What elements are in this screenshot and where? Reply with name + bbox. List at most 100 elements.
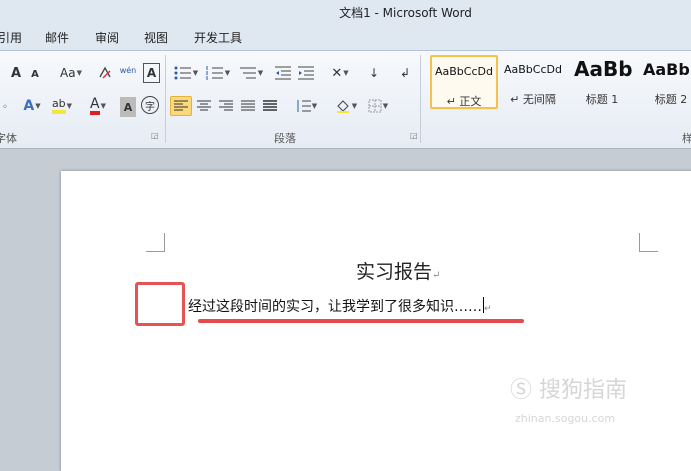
numbering-button[interactable]: ▼ [204,63,232,83]
corner-mark-left [146,233,165,252]
align-center-button[interactable] [194,96,214,116]
document-body-line[interactable]: 经过这段时间的实习，让我学到了很多知识…… ↵ [188,296,492,316]
sort-icon: ↓ [368,66,380,80]
align-center-icon [197,100,211,111]
bullets-button[interactable]: ▼ [172,63,200,83]
annotation-underline [198,319,524,323]
watermark-logo: Ⓢ 搜狗指南 [510,378,628,403]
strikethrough-button[interactable]: ◦ [0,97,10,117]
character-shading-icon: A [123,100,133,114]
change-case-button[interactable]: Aa ▼ [58,63,84,83]
font-size-box[interactable] [0,59,8,79]
styles-gallery: AaBbCcDd ↵ 正文 AaBbCcDd ↵ 无间隔 AaBb 标题 1 A… [425,55,691,115]
multilevel-list-button[interactable]: ▼ [237,63,265,83]
watermark-text: 搜狗指南 [539,378,628,403]
increase-indent-button[interactable] [296,63,316,83]
body-text: 经过这段时间的实习，让我学到了很多知识…… [188,299,482,315]
justify-button[interactable] [238,96,258,116]
multilevel-list-icon [239,67,256,79]
paragraph-dialog-launcher[interactable]: ◲ [410,131,418,140]
line-spacing-icon [297,100,311,112]
grow-font-icon: A [10,65,22,81]
show-marks-button[interactable]: ↲ [398,63,412,83]
character-border-icon: A [146,66,157,80]
borders-icon [368,99,382,113]
enclose-characters-button[interactable]: 字 [141,96,159,114]
heading-text: 实习报告 [356,261,433,283]
ribbon-tabs: 引用 邮件 审阅 视图 开发工具 [0,24,691,51]
style-name: ↵ 无间隔 [510,93,556,106]
distribute-button[interactable] [260,96,280,116]
style-name: 标题 2 [654,93,688,106]
borders-button[interactable]: ▼ [364,96,392,116]
group-label-paragraph: 段落 [274,132,296,145]
numbering-icon [206,66,223,80]
tab-view[interactable]: 视图 [144,29,168,46]
change-case-icon: Aa [60,66,76,80]
shrink-font-icon: A [31,68,39,80]
document-area[interactable]: 实习报告↵ 经过这段时间的实习，让我学到了很多知识…… ↵ Ⓢ 搜狗指南 zhin… [0,149,691,471]
highlight-button[interactable]: ab ▼ [48,96,76,116]
font-color-icon: A [90,97,100,115]
bullets-icon [174,66,191,80]
clear-format-button[interactable] [96,63,114,83]
tab-references[interactable]: 引用 [0,29,22,46]
style-no-spacing[interactable]: AaBbCcDd ↵ 无间隔 [499,55,567,109]
style-normal[interactable]: AaBbCcDd ↵ 正文 [430,55,498,109]
chinese-layout-button[interactable]: ✕ ▼ [326,63,354,83]
increase-indent-icon [298,66,314,80]
style-sample: AaBbCcDd [504,63,562,76]
annotation-box [135,282,185,326]
title-bar: 文档1 - Microsoft Word [0,0,691,24]
character-border-button[interactable]: A [143,63,160,83]
shading-button[interactable]: ▼ [332,96,360,116]
chinese-layout-icon: ✕ [331,65,343,81]
paint-bucket-icon [336,100,349,113]
character-shading-button[interactable]: A [120,97,136,117]
highlight-icon: ab [51,98,66,114]
phonetic-guide-icon: wén [119,65,137,75]
font-dialog-launcher[interactable]: ◲ [151,131,159,140]
paragraph-mark-icon: ↲ [399,66,411,80]
font-color-button[interactable]: A ▼ [84,96,112,116]
group-label-font: 字体 [0,132,17,145]
line-spacing-button[interactable]: ▼ [292,96,320,116]
style-sample: AaBb [643,60,690,79]
decrease-indent-button[interactable] [273,63,293,83]
clear-format-icon [99,66,111,79]
document-page[interactable]: 实习报告↵ 经过这段时间的实习，让我学到了很多知识…… ↵ [61,171,691,471]
justify-icon [241,100,255,111]
sort-button[interactable]: ↓ [364,63,384,83]
grow-font-button[interactable]: A [8,63,24,83]
window-title: 文档1 - Microsoft Word [339,6,472,20]
tab-mailings[interactable]: 邮件 [45,29,69,46]
style-sample: AaBb [574,57,633,81]
paragraph-mark-icon: ↵ [484,304,492,314]
align-left-button[interactable] [170,96,192,116]
distribute-icon [263,100,277,111]
style-heading-2[interactable]: AaBb 标题 2 [637,55,691,109]
text-effects-button[interactable]: A ▼ [20,96,44,116]
style-name: ↵ 正文 [446,95,482,108]
corner-mark-right [639,233,658,252]
text-effects-icon: A [23,98,35,114]
enclose-characters-icon: 字 [145,101,155,113]
ribbon: A A Aa ▼ wén A ◦ A ▼ ab ▼ A ▼ A 字 字体 ◲ ▼ ▼ ▼… [0,51,691,149]
align-left-icon [174,100,188,111]
phonetic-guide-button[interactable]: wén [118,60,138,80]
style-name: 标题 1 [585,93,619,106]
decrease-indent-icon [275,66,291,80]
shrink-font-button[interactable]: A [28,64,42,84]
group-label-styles: 样 [682,132,691,145]
paragraph-mark-icon: ↵ [432,270,441,281]
tab-review[interactable]: 审阅 [95,29,119,46]
align-right-icon [219,100,233,111]
group-separator [420,55,421,143]
document-heading[interactable]: 实习报告↵ [356,257,440,284]
style-heading-1[interactable]: AaBb 标题 1 [568,55,636,109]
watermark-url: zhinan.sogou.com [515,412,616,425]
style-sample: AaBbCcDd [435,65,493,78]
align-right-button[interactable] [216,96,236,116]
tab-developer[interactable]: 开发工具 [194,29,242,46]
group-separator [165,55,166,143]
